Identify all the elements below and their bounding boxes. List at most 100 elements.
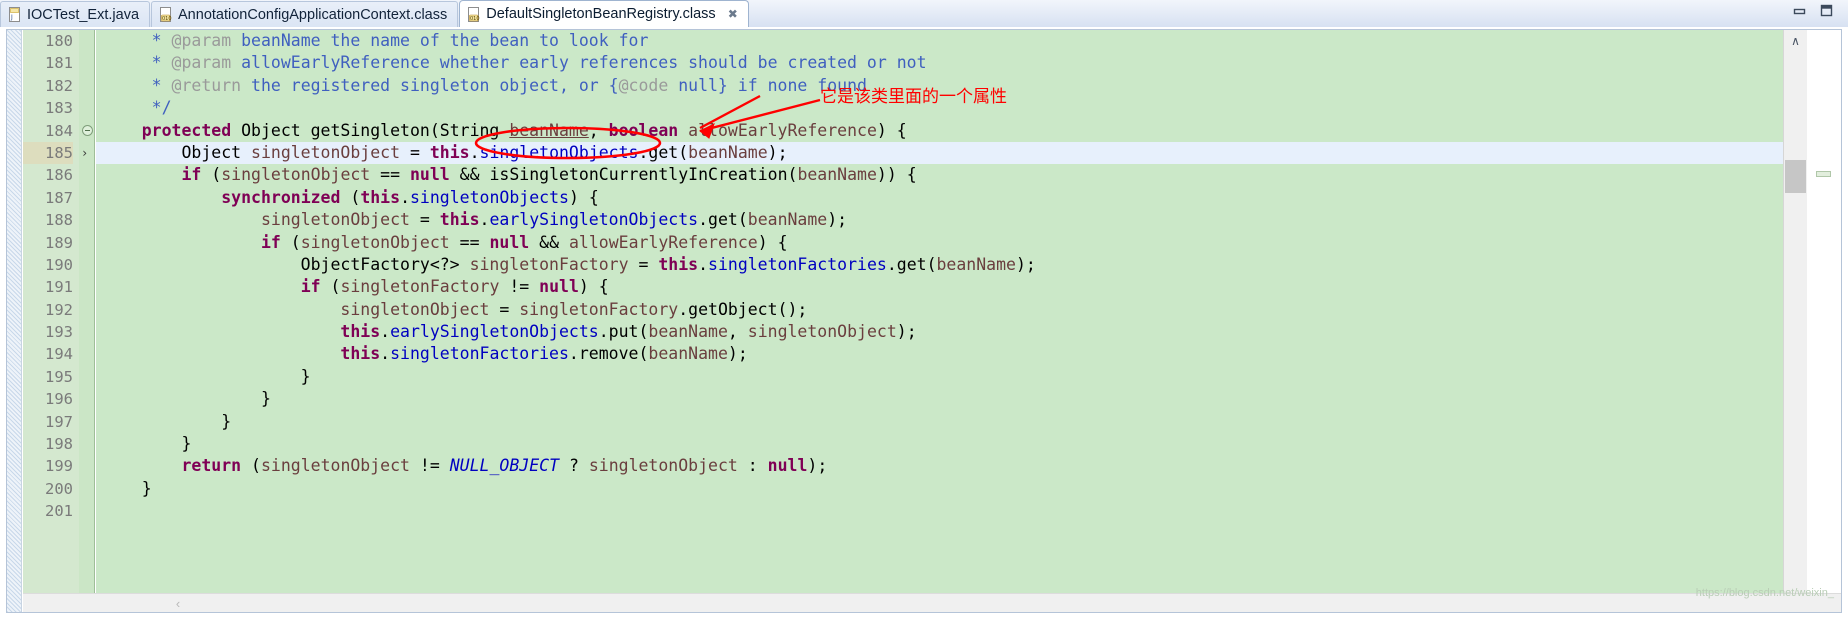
fold-cell[interactable]: ›: [79, 141, 94, 165]
code-line[interactable]: singletonObject = this.earlySingletonObj…: [96, 209, 1783, 231]
code-token: }: [102, 389, 271, 409]
fold-cell[interactable]: [79, 209, 94, 231]
code-token: protected: [141, 120, 232, 140]
fold-cell[interactable]: [79, 500, 94, 522]
line-number: 196: [45, 390, 73, 409]
code-token: if: [300, 277, 321, 297]
code-line[interactable]: * @param allowEarlyReference whether ear…: [96, 52, 1783, 74]
annotation-marker-bar[interactable]: [7, 30, 22, 612]
code-line[interactable]: }: [96, 411, 1783, 433]
overview-marker[interactable]: [1816, 171, 1831, 177]
line-number: 193: [45, 323, 73, 342]
fold-cell[interactable]: [79, 321, 94, 343]
code-token: !=: [499, 277, 540, 297]
vertical-scrollbar-thumb[interactable]: [1785, 160, 1806, 193]
code-token: !=: [409, 456, 450, 476]
overview-ruler[interactable]: ∧ ∨: [1783, 30, 1841, 612]
code-line[interactable]: * @param beanName the name of the bean t…: [96, 30, 1783, 52]
code-line[interactable]: }: [96, 366, 1783, 388]
fold-cell[interactable]: [79, 75, 94, 97]
fold-cell[interactable]: [79, 455, 94, 477]
fold-cell[interactable]: [79, 411, 94, 433]
line-number: 185: [23, 141, 73, 165]
code-line[interactable]: ObjectFactory<?> singletonFactory = this…: [96, 254, 1783, 276]
code-line[interactable]: }: [96, 478, 1783, 500]
code-token: boolean: [608, 120, 679, 140]
java-file-icon: J: [9, 7, 22, 22]
fold-cell[interactable]: [79, 187, 94, 209]
code-token: singletonObject: [340, 299, 490, 319]
code-token: singletonObjects: [479, 142, 639, 162]
tab-defaultsingletonbeanregistry-class[interactable]: 010 DefaultSingletonBeanRegistry.class ✖: [459, 0, 749, 27]
code-token: (: [320, 277, 341, 297]
fold-cell[interactable]: [79, 478, 94, 500]
code-token: .put(: [598, 322, 649, 342]
horizontal-scrollbar[interactable]: ‹: [23, 593, 1841, 612]
fold-cell[interactable]: [79, 276, 94, 298]
code-line[interactable]: singletonObject = singletonFactory.getOb…: [96, 299, 1783, 321]
code-line[interactable]: if (singletonObject == null && isSinglet…: [96, 164, 1783, 186]
code-line[interactable]: synchronized (this.singletonObjects) {: [96, 187, 1783, 209]
close-icon[interactable]: ✖: [728, 8, 738, 20]
code-token: =: [400, 142, 430, 162]
fold-cell[interactable]: [79, 120, 94, 142]
scroll-up-icon[interactable]: ∧: [1784, 30, 1807, 51]
code-token: .get(: [698, 210, 748, 230]
code-token: this: [340, 322, 381, 342]
code-line[interactable]: }: [96, 388, 1783, 410]
line-number: 201: [45, 502, 73, 521]
code-text-area[interactable]: * @param beanName the name of the bean t…: [96, 30, 1783, 612]
class-file-icon: 010: [468, 6, 481, 22]
maximize-icon[interactable]: [1819, 4, 1834, 23]
minimize-icon[interactable]: [1792, 5, 1807, 23]
code-token: *: [102, 53, 172, 73]
code-line[interactable]: Object singletonObject = this.singletonO…: [96, 141, 1783, 165]
tab-annotationconfigapplicationcontext-class[interactable]: 010 AnnotationConfigApplicationContext.c…: [151, 1, 459, 27]
code-token: singletonFactories: [390, 344, 569, 364]
code-token: (: [280, 232, 301, 252]
code-line[interactable]: }: [96, 433, 1783, 455]
code-token: }: [102, 366, 311, 386]
code-folding-bar[interactable]: ›: [79, 30, 95, 612]
line-number: 180: [45, 32, 73, 50]
fold-cell[interactable]: [79, 164, 94, 186]
code-token: NULL_OBJECT: [449, 456, 560, 476]
code-line[interactable]: this.singletonFactories.remove(beanName)…: [96, 343, 1783, 365]
line-number: 192: [45, 300, 73, 319]
code-token: singletonFactory: [469, 254, 629, 274]
scroll-left-icon[interactable]: ‹: [169, 594, 187, 612]
code-token: =: [489, 299, 520, 319]
tab-ioctest-ext-java[interactable]: J IOCTest_Ext.java: [0, 1, 151, 27]
code-token: @param: [171, 31, 232, 50]
fold-cell[interactable]: [79, 30, 94, 52]
fold-cell[interactable]: [79, 97, 94, 119]
code-line[interactable]: [96, 500, 1783, 522]
code-line[interactable]: if (singletonObject == null && allowEarl…: [96, 232, 1783, 254]
vertical-scrollbar[interactable]: ∧ ∨: [1784, 30, 1807, 612]
code-line[interactable]: protected Object getSingleton(String bea…: [96, 120, 1783, 142]
code-line[interactable]: return (singletonObject != NULL_OBJECT ?…: [96, 455, 1783, 477]
code-token: beanName: [747, 210, 828, 230]
eclipse-editor-window: J IOCTest_Ext.java 010 AnnotationConfigA…: [0, 0, 1848, 621]
fold-cell[interactable]: [79, 232, 94, 254]
fold-cell[interactable]: [79, 254, 94, 276]
fold-cell[interactable]: [79, 343, 94, 365]
fold-cell[interactable]: [79, 366, 94, 388]
svg-text:010: 010: [470, 16, 480, 22]
fold-cell[interactable]: [79, 299, 94, 321]
code-token: singletonFactory: [340, 277, 500, 297]
code-line[interactable]: this.earlySingletonObjects.put(beanName,…: [96, 321, 1783, 343]
code-token: singletonObject: [260, 210, 410, 230]
fold-collapse-icon[interactable]: [82, 124, 93, 136]
fold-cell[interactable]: [79, 52, 94, 74]
editor-tab-bar: J IOCTest_Ext.java 010 AnnotationConfigA…: [0, 0, 1848, 28]
code-line[interactable]: */: [96, 97, 1783, 119]
line-number: 182: [45, 76, 73, 95]
fold-cell[interactable]: [79, 433, 94, 455]
code-line[interactable]: * @return the registered singleton objec…: [96, 75, 1783, 97]
code-line[interactable]: if (singletonFactory != null) {: [96, 276, 1783, 298]
fold-cell[interactable]: [79, 388, 94, 410]
